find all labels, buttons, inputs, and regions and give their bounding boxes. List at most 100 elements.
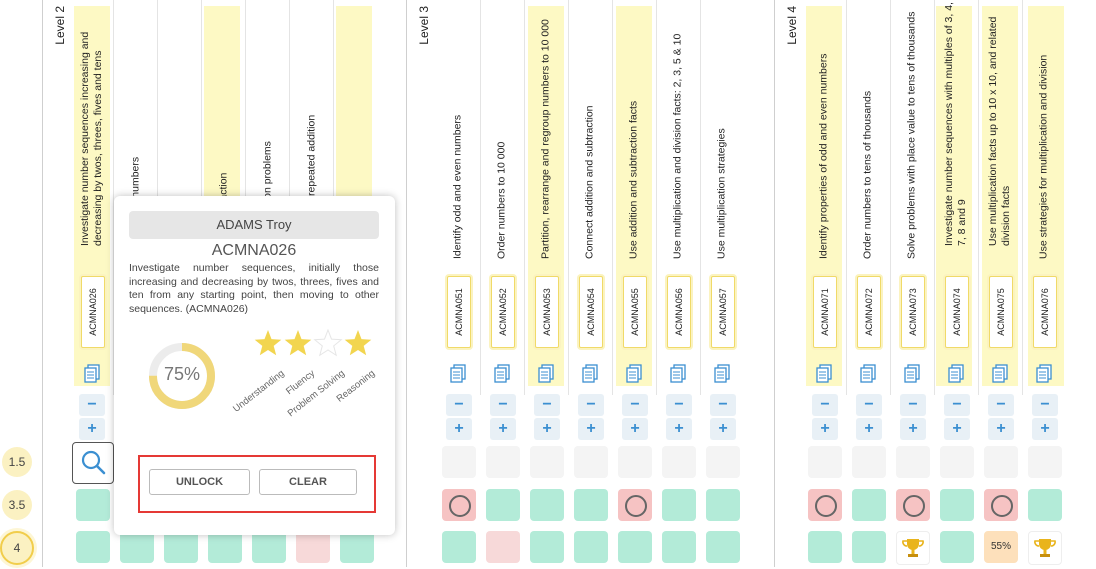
assessment-cell[interactable]: [76, 489, 110, 521]
assessment-cell[interactable]: [442, 446, 476, 478]
decrease-button[interactable]: −: [446, 394, 472, 416]
increase-button[interactable]: +: [79, 418, 105, 440]
decrease-button[interactable]: −: [578, 394, 604, 416]
documents-icon[interactable]: [903, 364, 921, 384]
outcome-code-tag[interactable]: ACMNA055: [623, 276, 647, 348]
increase-button[interactable]: +: [446, 418, 472, 440]
increase-button[interactable]: +: [812, 418, 838, 440]
assessment-cell[interactable]: [808, 531, 842, 563]
assessment-cell[interactable]: [896, 446, 930, 478]
assessment-cell[interactable]: [442, 489, 476, 521]
assessment-cell[interactable]: [486, 531, 520, 563]
star-understanding-icon[interactable]: [254, 330, 282, 356]
outcome-code-tag[interactable]: ACMNA026: [81, 276, 105, 348]
outcome-code-tag[interactable]: ACMNA052: [491, 276, 515, 348]
trophy-cell[interactable]: [896, 531, 930, 565]
clear-button[interactable]: CLEAR: [259, 469, 357, 495]
star-problem-solving-icon[interactable]: [313, 329, 343, 357]
star-reasoning-icon[interactable]: [344, 330, 372, 356]
assessment-cell[interactable]: [76, 531, 110, 563]
proficiency-stars[interactable]: [253, 329, 379, 359]
assessment-cell[interactable]: [1028, 489, 1062, 521]
decrease-button[interactable]: −: [710, 394, 736, 416]
assessment-cell[interactable]: [984, 446, 1018, 478]
increase-button[interactable]: +: [534, 418, 560, 440]
assessment-cell[interactable]: [618, 446, 652, 478]
row-score-badge[interactable]: 3.5: [2, 490, 32, 520]
documents-icon[interactable]: [537, 364, 555, 384]
documents-icon[interactable]: [581, 364, 599, 384]
documents-icon[interactable]: [991, 364, 1009, 384]
documents-icon[interactable]: [947, 364, 965, 384]
outcome-code-tag[interactable]: ACMNA053: [535, 276, 559, 348]
assessment-cell[interactable]: [662, 446, 696, 478]
documents-icon[interactable]: [713, 364, 731, 384]
assessment-cell[interactable]: [940, 489, 974, 521]
decrease-button[interactable]: −: [900, 394, 926, 416]
row-score-badge-selected[interactable]: 4: [0, 531, 34, 565]
increase-button[interactable]: +: [578, 418, 604, 440]
assessment-cell[interactable]: [984, 489, 1018, 521]
increase-button[interactable]: +: [1032, 418, 1058, 440]
outcome-code-tag[interactable]: ACMNA071: [813, 276, 837, 348]
assessment-cell[interactable]: [852, 531, 886, 563]
assessment-cell[interactable]: [662, 531, 696, 563]
assessment-cell[interactable]: [706, 531, 740, 563]
outcome-code-tag[interactable]: ACMNA056: [667, 276, 691, 348]
documents-icon[interactable]: [859, 364, 877, 384]
decrease-button[interactable]: −: [812, 394, 838, 416]
decrease-button[interactable]: −: [856, 394, 882, 416]
assessment-cell[interactable]: [574, 531, 608, 563]
outcome-code-tag[interactable]: ACMNA073: [901, 276, 925, 348]
documents-icon[interactable]: [1035, 364, 1053, 384]
documents-icon[interactable]: [493, 364, 511, 384]
decrease-button[interactable]: −: [988, 394, 1014, 416]
documents-icon[interactable]: [669, 364, 687, 384]
decrease-button[interactable]: −: [1032, 394, 1058, 416]
decrease-button[interactable]: −: [666, 394, 692, 416]
outcome-code-tag[interactable]: ACMNA074: [945, 276, 969, 348]
decrease-button[interactable]: −: [490, 394, 516, 416]
decrease-button[interactable]: −: [534, 394, 560, 416]
increase-button[interactable]: +: [900, 418, 926, 440]
assessment-cell[interactable]: [530, 446, 564, 478]
decrease-button[interactable]: −: [622, 394, 648, 416]
documents-icon[interactable]: [83, 364, 101, 384]
assessment-cell[interactable]: [618, 531, 652, 563]
increase-button[interactable]: +: [622, 418, 648, 440]
trophy-cell[interactable]: [1028, 531, 1062, 565]
assessment-cell[interactable]: [442, 531, 476, 563]
assessment-cell[interactable]: [296, 531, 330, 563]
assessment-cell[interactable]: [120, 531, 154, 563]
percent-cell[interactable]: 55%: [984, 531, 1018, 563]
increase-button[interactable]: +: [856, 418, 882, 440]
outcome-code-tag[interactable]: ACMNA054: [579, 276, 603, 348]
assessment-cell[interactable]: [940, 446, 974, 478]
assessment-cell[interactable]: [706, 489, 740, 521]
increase-button[interactable]: +: [944, 418, 970, 440]
search-cell[interactable]: [72, 442, 114, 484]
assessment-cell[interactable]: [252, 531, 286, 563]
outcome-code-tag[interactable]: ACMNA051: [447, 276, 471, 348]
assessment-cell[interactable]: [340, 531, 374, 563]
assessment-cell[interactable]: [1028, 446, 1062, 478]
decrease-button[interactable]: −: [944, 394, 970, 416]
outcome-code-tag[interactable]: ACMNA057: [711, 276, 735, 348]
assessment-cell[interactable]: [940, 531, 974, 563]
outcome-code-tag[interactable]: ACMNA076: [1033, 276, 1057, 348]
assessment-cell[interactable]: [208, 531, 242, 563]
star-fluency-icon[interactable]: [284, 330, 312, 356]
decrease-button[interactable]: −: [79, 394, 105, 416]
outcome-code-tag[interactable]: ACMNA072: [857, 276, 881, 348]
assessment-cell[interactable]: [530, 489, 564, 521]
increase-button[interactable]: +: [710, 418, 736, 440]
increase-button[interactable]: +: [988, 418, 1014, 440]
unlock-button[interactable]: UNLOCK: [149, 469, 250, 495]
assessment-cell[interactable]: [530, 531, 564, 563]
increase-button[interactable]: +: [490, 418, 516, 440]
row-score-badge[interactable]: 1.5: [2, 447, 32, 477]
assessment-cell[interactable]: [574, 446, 608, 478]
assessment-cell[interactable]: [808, 489, 842, 521]
assessment-cell[interactable]: [662, 489, 696, 521]
assessment-cell[interactable]: [852, 446, 886, 478]
